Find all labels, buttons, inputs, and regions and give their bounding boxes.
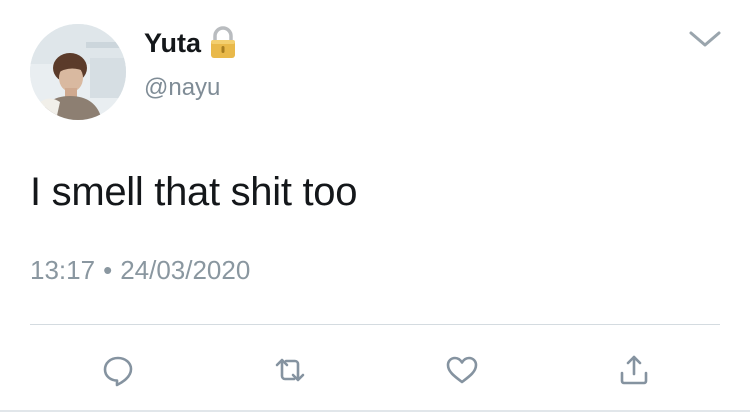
avatar-photo [30,24,126,120]
reply-button[interactable] [98,350,138,390]
handle[interactable]: @nayu [144,74,220,102]
chevron-down-icon[interactable] [688,28,722,50]
share-button[interactable] [614,350,654,390]
retweet-icon [275,358,305,382]
speech-bubble-icon [103,356,133,387]
display-name[interactable]: Yuta [144,28,201,59]
name-row: Yuta [144,26,237,60]
bottom-border [0,410,750,412]
avatar[interactable] [30,24,126,120]
meta-separator: • [103,255,113,285]
divider [30,324,720,325]
retweet-button[interactable] [270,350,310,390]
lock-icon [209,26,237,60]
tweet-time: 13:17 [30,255,96,285]
tweet-timestamp: 13:17 • 24/03/2020 [30,255,250,286]
heart-icon [446,356,478,384]
like-button[interactable] [442,350,482,390]
share-icon [620,355,648,385]
tweet-text: I smell that shit too [30,170,358,214]
tweet-date: 24/03/2020 [120,255,251,285]
